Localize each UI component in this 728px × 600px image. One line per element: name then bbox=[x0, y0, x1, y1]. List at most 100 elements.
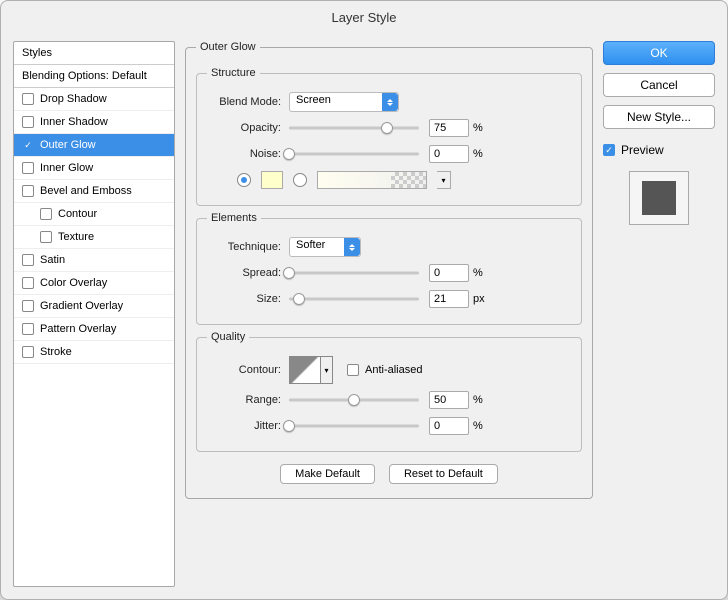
preview-toggle-row: Preview bbox=[603, 143, 715, 157]
checkbox-inner-shadow[interactable] bbox=[22, 116, 34, 128]
outer-glow-legend: Outer Glow bbox=[196, 41, 260, 53]
structure-group: Structure Blend Mode: Screen Opacity: % bbox=[196, 67, 582, 206]
style-label: Satin bbox=[40, 254, 65, 266]
style-item-outer-glow[interactable]: Outer Glow bbox=[14, 134, 174, 157]
structure-legend: Structure bbox=[207, 67, 260, 79]
range-slider[interactable] bbox=[289, 393, 419, 407]
layer-style-dialog: Layer Style Styles Blending Options: Def… bbox=[0, 0, 728, 600]
quality-legend: Quality bbox=[207, 331, 249, 343]
contour-picker[interactable] bbox=[289, 356, 321, 384]
style-label: Gradient Overlay bbox=[40, 300, 123, 312]
preview-swatch bbox=[642, 181, 676, 215]
checkbox-satin[interactable] bbox=[22, 254, 34, 266]
checkbox-outer-glow[interactable] bbox=[22, 139, 34, 151]
glow-gradient-picker[interactable] bbox=[317, 171, 427, 189]
default-buttons-row: Make Default Reset to Default bbox=[196, 464, 582, 484]
quality-group: Quality Contour: ▾ Anti-aliased Range: % bbox=[196, 331, 582, 452]
checkbox-gradient-overlay[interactable] bbox=[22, 300, 34, 312]
technique-value: Softer bbox=[296, 239, 325, 251]
style-item-inner-glow[interactable]: Inner Glow bbox=[14, 157, 174, 180]
jitter-input[interactable] bbox=[429, 417, 469, 435]
checkbox-bevel-emboss[interactable] bbox=[22, 185, 34, 197]
style-label: Stroke bbox=[40, 346, 72, 358]
checkbox-contour[interactable] bbox=[40, 208, 52, 220]
checkbox-drop-shadow[interactable] bbox=[22, 93, 34, 105]
range-unit: % bbox=[473, 394, 483, 406]
noise-input[interactable] bbox=[429, 145, 469, 163]
glow-color-swatch[interactable] bbox=[261, 171, 283, 189]
style-item-drop-shadow[interactable]: Drop Shadow bbox=[14, 88, 174, 111]
technique-select[interactable]: Softer bbox=[289, 237, 361, 257]
style-item-inner-shadow[interactable]: Inner Shadow bbox=[14, 111, 174, 134]
checkbox-stroke[interactable] bbox=[22, 346, 34, 358]
antialiased-checkbox[interactable] bbox=[347, 364, 359, 376]
style-label: Bevel and Emboss bbox=[40, 185, 132, 197]
dropdown-icon bbox=[382, 93, 398, 111]
style-item-bevel-emboss[interactable]: Bevel and Emboss bbox=[14, 180, 174, 203]
reset-default-button[interactable]: Reset to Default bbox=[389, 464, 498, 484]
range-input[interactable] bbox=[429, 391, 469, 409]
gradient-dropdown-icon[interactable]: ▾ bbox=[437, 171, 451, 189]
preview-thumbnail bbox=[629, 171, 689, 225]
size-slider[interactable] bbox=[289, 292, 419, 306]
jitter-label: Jitter: bbox=[207, 420, 289, 432]
style-label: Inner Shadow bbox=[40, 116, 108, 128]
dialog-content: Styles Blending Options: Default Drop Sh… bbox=[13, 41, 715, 587]
jitter-unit: % bbox=[473, 420, 483, 432]
jitter-slider[interactable] bbox=[289, 419, 419, 433]
opacity-input[interactable] bbox=[429, 119, 469, 137]
spread-slider[interactable] bbox=[289, 266, 419, 280]
checkbox-pattern-overlay[interactable] bbox=[22, 323, 34, 335]
contour-label: Contour: bbox=[207, 364, 289, 376]
color-source-solid-radio[interactable] bbox=[237, 173, 251, 187]
style-item-pattern-overlay[interactable]: Pattern Overlay bbox=[14, 318, 174, 341]
options-panel: Outer Glow Structure Blend Mode: Screen … bbox=[185, 41, 593, 587]
right-panel: OK Cancel New Style... Preview bbox=[603, 41, 715, 587]
color-source-gradient-radio[interactable] bbox=[293, 173, 307, 187]
preview-checkbox[interactable] bbox=[603, 144, 615, 156]
spread-unit: % bbox=[473, 267, 483, 279]
noise-unit: % bbox=[473, 148, 483, 160]
outer-glow-group: Outer Glow Structure Blend Mode: Screen … bbox=[185, 41, 593, 499]
opacity-slider[interactable] bbox=[289, 121, 419, 135]
noise-label: Noise: bbox=[207, 148, 289, 160]
window-title: Layer Style bbox=[1, 1, 727, 35]
elements-legend: Elements bbox=[207, 212, 261, 224]
styles-header[interactable]: Styles bbox=[14, 42, 174, 65]
make-default-button[interactable]: Make Default bbox=[280, 464, 375, 484]
antialiased-label: Anti-aliased bbox=[365, 364, 422, 376]
size-label: Size: bbox=[207, 293, 289, 305]
noise-slider[interactable] bbox=[289, 147, 419, 161]
checkbox-inner-glow[interactable] bbox=[22, 162, 34, 174]
technique-label: Technique: bbox=[207, 241, 289, 253]
style-item-satin[interactable]: Satin bbox=[14, 249, 174, 272]
dropdown-icon bbox=[344, 238, 360, 256]
style-item-color-overlay[interactable]: Color Overlay bbox=[14, 272, 174, 295]
cancel-button[interactable]: Cancel bbox=[603, 73, 715, 97]
style-label: Contour bbox=[58, 208, 97, 220]
ok-button[interactable]: OK bbox=[603, 41, 715, 65]
range-label: Range: bbox=[207, 394, 289, 406]
new-style-button[interactable]: New Style... bbox=[603, 105, 715, 129]
blend-mode-label: Blend Mode: bbox=[207, 96, 289, 108]
style-item-texture[interactable]: Texture bbox=[14, 226, 174, 249]
blend-mode-select[interactable]: Screen bbox=[289, 92, 399, 112]
style-label: Texture bbox=[58, 231, 94, 243]
contour-dropdown-icon[interactable]: ▾ bbox=[321, 356, 333, 384]
opacity-unit: % bbox=[473, 122, 483, 134]
style-item-contour[interactable]: Contour bbox=[14, 203, 174, 226]
spread-input[interactable] bbox=[429, 264, 469, 282]
style-item-stroke[interactable]: Stroke bbox=[14, 341, 174, 364]
style-label: Inner Glow bbox=[40, 162, 93, 174]
style-label: Outer Glow bbox=[40, 139, 96, 151]
size-unit: px bbox=[473, 293, 485, 305]
style-item-gradient-overlay[interactable]: Gradient Overlay bbox=[14, 295, 174, 318]
blending-options-header[interactable]: Blending Options: Default bbox=[14, 65, 174, 88]
checkbox-color-overlay[interactable] bbox=[22, 277, 34, 289]
opacity-label: Opacity: bbox=[207, 122, 289, 134]
checkbox-texture[interactable] bbox=[40, 231, 52, 243]
style-label: Drop Shadow bbox=[40, 93, 107, 105]
styles-panel: Styles Blending Options: Default Drop Sh… bbox=[13, 41, 175, 587]
size-input[interactable] bbox=[429, 290, 469, 308]
preview-label: Preview bbox=[621, 143, 664, 157]
